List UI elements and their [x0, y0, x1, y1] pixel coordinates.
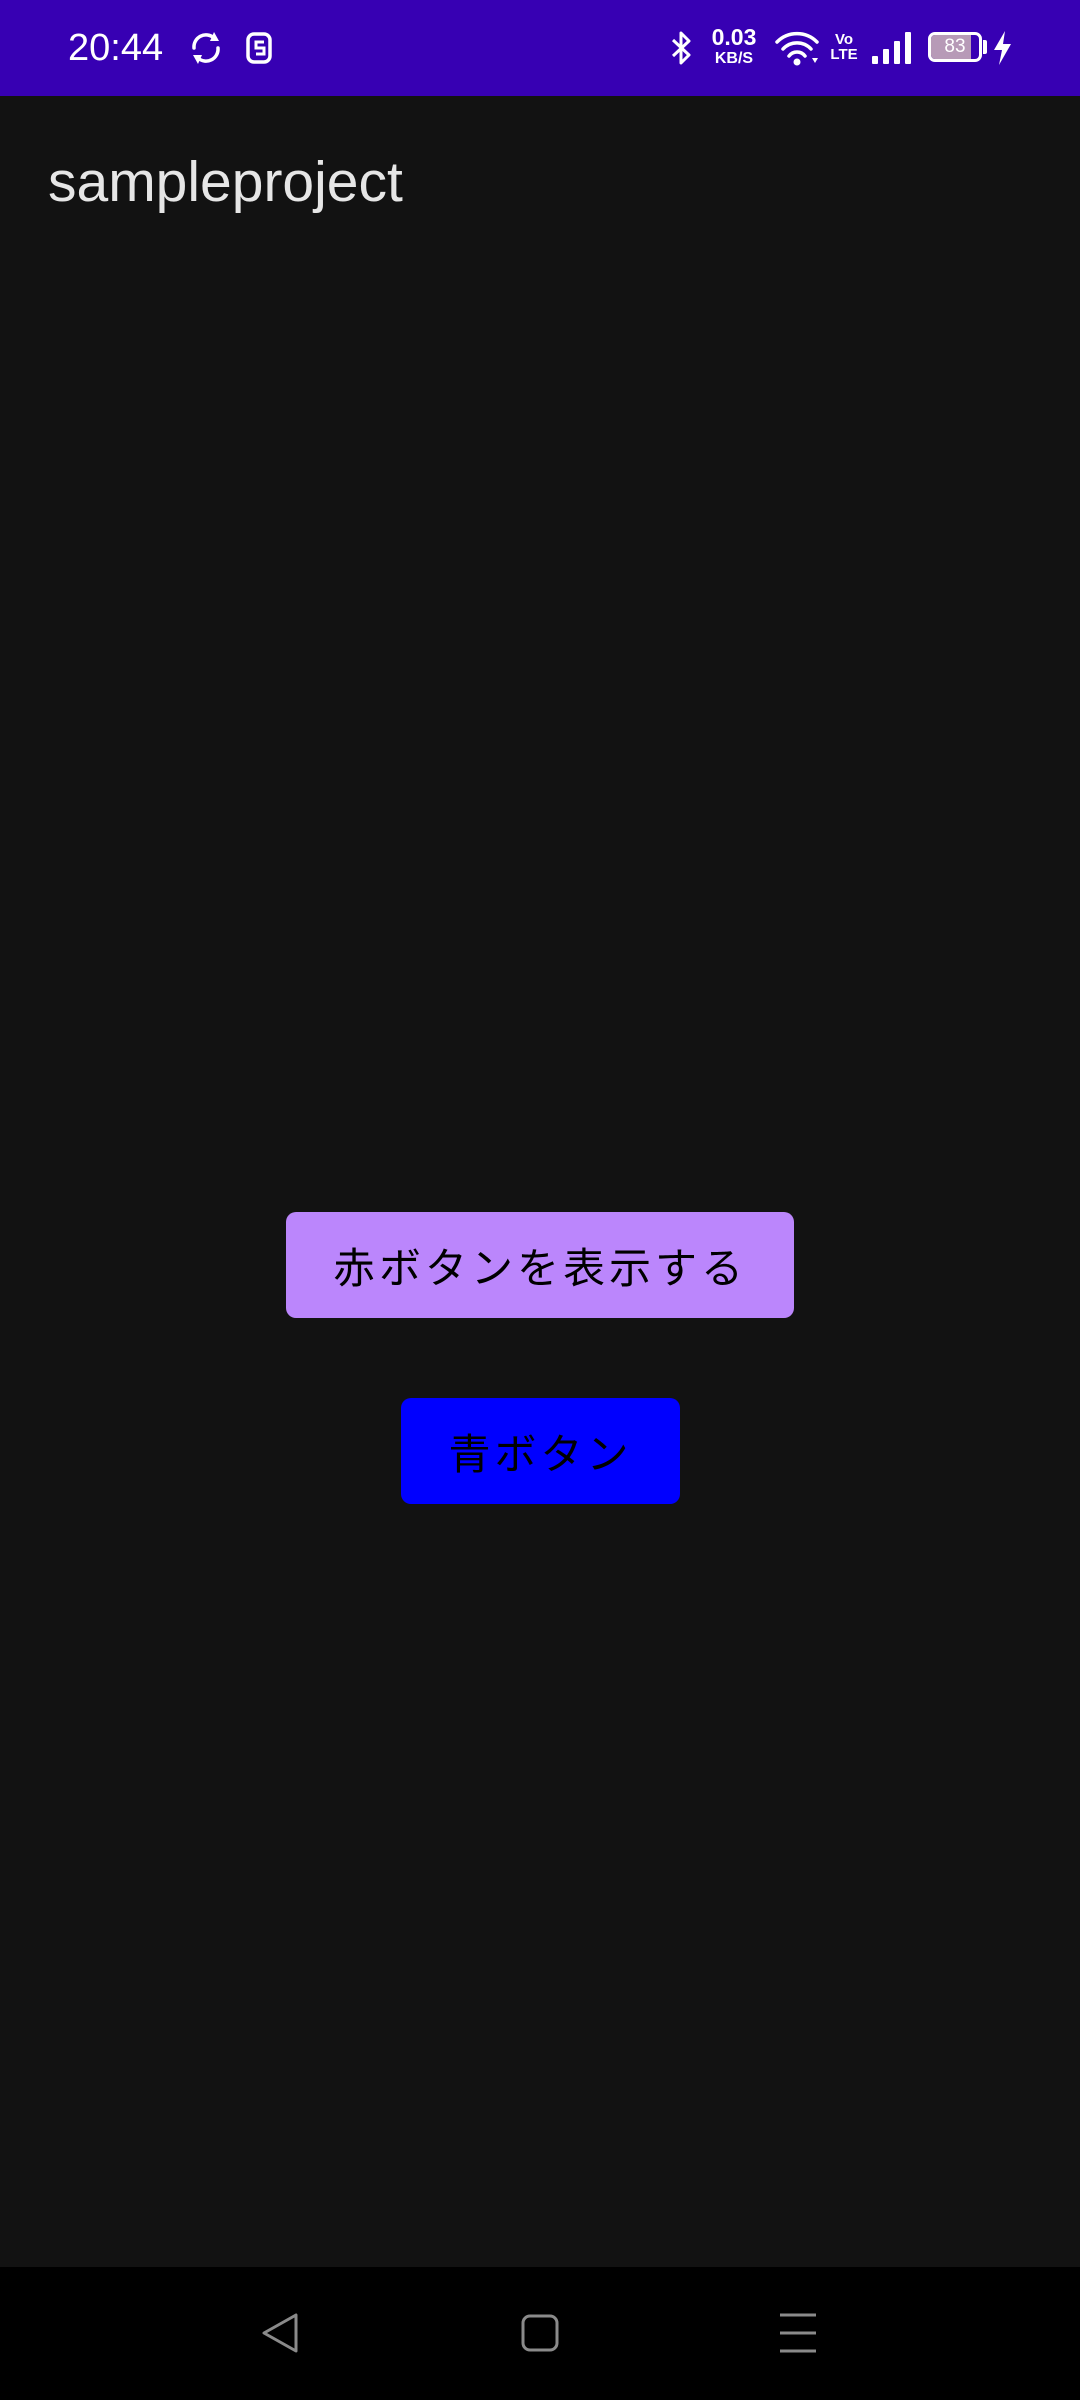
volte-line2: LTE — [830, 46, 858, 63]
network-speed-unit: KB/S — [714, 50, 754, 67]
cellular-signal-icon — [870, 30, 914, 66]
show-red-button[interactable]: 赤ボタンを表示する — [286, 1212, 794, 1318]
volte-line1: Vo — [834, 31, 854, 48]
wifi-icon — [774, 28, 820, 68]
status-bar: 20:44 0.03 KB/S Vo LTE 83 — [0, 0, 1080, 96]
network-speed-value: 0.03 — [711, 24, 757, 50]
charging-bolt-icon — [990, 28, 1014, 68]
battery-icon: 83 — [928, 32, 982, 62]
volte-indicator: Vo LTE — [830, 32, 858, 62]
sync-icon — [186, 28, 226, 68]
recents-icon[interactable] — [762, 2297, 834, 2369]
home-icon[interactable] — [504, 2297, 576, 2369]
network-speed: 0.03 KB/S — [706, 26, 762, 67]
back-icon[interactable] — [244, 2297, 316, 2369]
battery-cap — [983, 40, 987, 54]
battery-level: 83 — [944, 36, 966, 57]
blue-button[interactable]: 青ボタン — [401, 1398, 680, 1504]
status-time: 20:44 — [68, 27, 164, 69]
navigation-bar — [0, 2267, 1080, 2400]
app-title: sampleproject — [48, 150, 403, 214]
bluetooth-icon — [664, 28, 698, 68]
notification-app-icon — [240, 28, 280, 68]
